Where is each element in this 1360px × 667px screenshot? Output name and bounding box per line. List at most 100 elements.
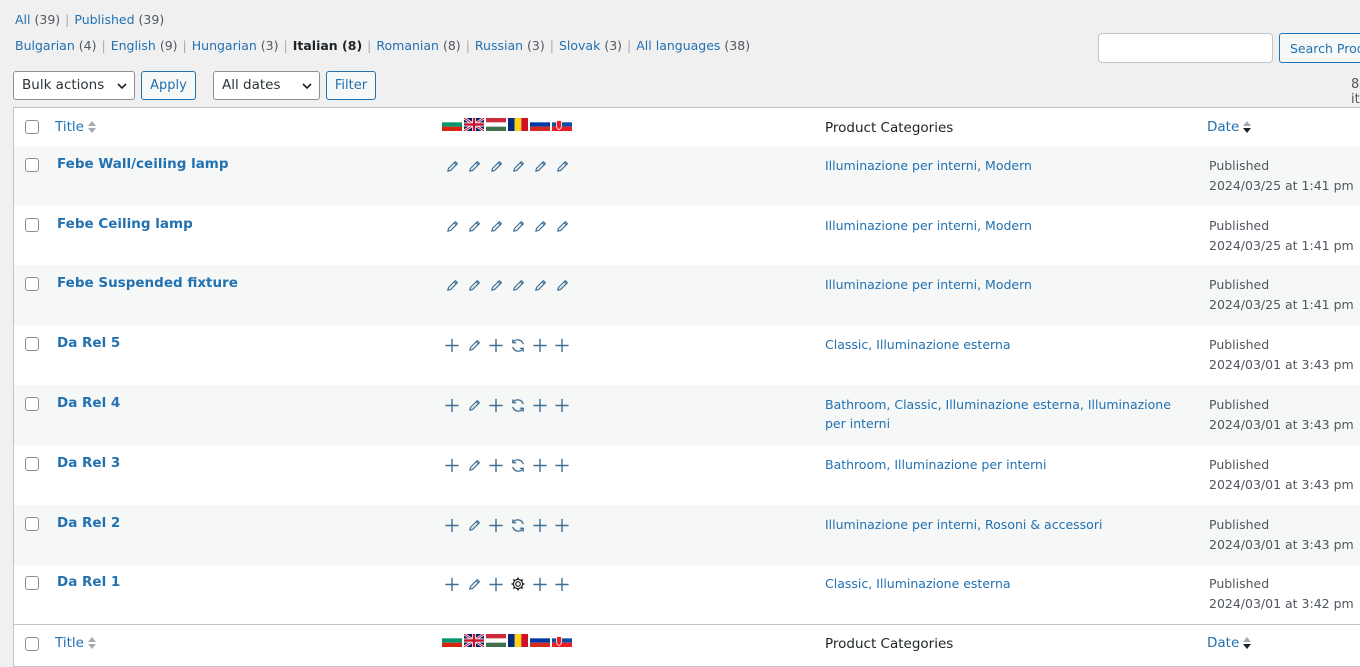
edit-translation-icon[interactable] bbox=[510, 275, 526, 295]
filter-link-italian[interactable]: Italian (8) bbox=[293, 38, 362, 53]
add-translation-icon[interactable] bbox=[554, 574, 570, 594]
edit-translation-icon[interactable] bbox=[510, 156, 526, 176]
edit-translation-icon[interactable] bbox=[554, 216, 570, 236]
product-categories[interactable]: Illuminazione per interni, Modern bbox=[825, 275, 1180, 294]
product-title-link[interactable]: Febe Wall/ceiling lamp bbox=[57, 156, 229, 172]
product-categories[interactable]: Classic, Illuminazione esterna bbox=[825, 574, 1180, 593]
date-column-footer[interactable]: Date bbox=[1207, 635, 1252, 651]
product-categories[interactable]: Classic, Illuminazione esterna bbox=[825, 335, 1180, 354]
filter-link-russian[interactable]: Russian (3) bbox=[475, 38, 545, 53]
add-translation-icon[interactable] bbox=[532, 455, 548, 475]
add-translation-icon[interactable] bbox=[554, 515, 570, 535]
update-translation-icon[interactable] bbox=[510, 455, 526, 475]
edit-translation-icon[interactable] bbox=[444, 216, 460, 236]
add-translation-icon[interactable] bbox=[444, 515, 460, 535]
edit-translation-icon[interactable] bbox=[466, 216, 482, 236]
publish-status: Published bbox=[1209, 576, 1270, 591]
add-translation-icon[interactable] bbox=[488, 455, 504, 475]
update-translation-icon[interactable] bbox=[510, 515, 526, 535]
add-translation-icon[interactable] bbox=[488, 395, 504, 415]
filter-link-label: Italian bbox=[292, 38, 338, 53]
edit-translation-icon[interactable] bbox=[532, 216, 548, 236]
row-checkbox[interactable] bbox=[25, 517, 39, 531]
filter-link-all-languages[interactable]: All languages (38) bbox=[636, 38, 750, 53]
update-translation-icon[interactable] bbox=[510, 335, 526, 355]
add-translation-icon[interactable] bbox=[532, 395, 548, 415]
product-categories[interactable]: Bathroom, Illuminazione per interni bbox=[825, 455, 1180, 474]
edit-translation-icon[interactable] bbox=[554, 156, 570, 176]
edit-translation-icon[interactable] bbox=[466, 574, 482, 594]
add-translation-icon[interactable] bbox=[444, 455, 460, 475]
edit-translation-icon[interactable] bbox=[532, 156, 548, 176]
select-all-checkbox[interactable] bbox=[25, 120, 39, 134]
translation-settings-icon[interactable] bbox=[510, 574, 526, 594]
filter-link-label: Published bbox=[74, 12, 135, 27]
add-translation-icon[interactable] bbox=[488, 515, 504, 535]
bulk-actions-select[interactable]: Bulk actions bbox=[13, 71, 135, 100]
product-title-link[interactable]: Da Rel 1 bbox=[57, 574, 120, 590]
filter-link-all[interactable]: All (39) bbox=[15, 12, 60, 27]
add-translation-icon[interactable] bbox=[488, 574, 504, 594]
search-input[interactable] bbox=[1098, 33, 1273, 63]
add-translation-icon[interactable] bbox=[532, 574, 548, 594]
row-checkbox[interactable] bbox=[25, 218, 39, 232]
product-title-link[interactable]: Febe Ceiling lamp bbox=[57, 216, 193, 232]
edit-translation-icon[interactable] bbox=[488, 216, 504, 236]
edit-translation-icon[interactable] bbox=[444, 275, 460, 295]
filter-link-hungarian[interactable]: Hungarian (3) bbox=[192, 38, 279, 53]
translation-icons bbox=[444, 455, 570, 475]
update-translation-icon[interactable] bbox=[510, 395, 526, 415]
filter-link-published[interactable]: Published (39) bbox=[74, 12, 164, 27]
add-translation-icon[interactable] bbox=[488, 335, 504, 355]
edit-translation-icon[interactable] bbox=[466, 335, 482, 355]
row-checkbox[interactable] bbox=[25, 158, 39, 172]
product-title-link[interactable]: Da Rel 3 bbox=[57, 455, 120, 471]
add-translation-icon[interactable] bbox=[554, 335, 570, 355]
table-row: Da Rel 4 Bathroom, Classic, Illuminazione… bbox=[14, 385, 1360, 445]
row-checkbox[interactable] bbox=[25, 576, 39, 590]
date-column-header[interactable]: Date bbox=[1207, 119, 1252, 135]
edit-translation-icon[interactable] bbox=[510, 216, 526, 236]
add-translation-icon[interactable] bbox=[532, 335, 548, 355]
product-categories[interactable]: Illuminazione per interni, Modern bbox=[825, 156, 1180, 175]
publish-status: Published bbox=[1209, 517, 1270, 532]
product-categories[interactable]: Illuminazione per interni, Rosoni & acce… bbox=[825, 515, 1180, 534]
product-title-link[interactable]: Da Rel 5 bbox=[57, 335, 120, 351]
add-translation-icon[interactable] bbox=[444, 395, 460, 415]
edit-translation-icon[interactable] bbox=[466, 275, 482, 295]
search-products-button[interactable]: Search Products bbox=[1279, 33, 1360, 63]
edit-translation-icon[interactable] bbox=[466, 395, 482, 415]
edit-translation-icon[interactable] bbox=[444, 156, 460, 176]
row-checkbox[interactable] bbox=[25, 337, 39, 351]
edit-translation-icon[interactable] bbox=[554, 275, 570, 295]
edit-translation-icon[interactable] bbox=[466, 156, 482, 176]
product-title-link[interactable]: Da Rel 2 bbox=[57, 515, 120, 531]
title-column-footer[interactable]: Title bbox=[55, 635, 96, 651]
add-translation-icon[interactable] bbox=[554, 455, 570, 475]
product-categories[interactable]: Illuminazione per interni, Modern bbox=[825, 216, 1180, 235]
edit-translation-icon[interactable] bbox=[466, 515, 482, 535]
product-categories[interactable]: Bathroom, Classic, Illuminazione esterna… bbox=[825, 395, 1180, 433]
row-checkbox[interactable] bbox=[25, 397, 39, 411]
dates-select[interactable]: All dates bbox=[213, 71, 320, 100]
filter-link-english[interactable]: English (9) bbox=[111, 38, 178, 53]
product-title-link[interactable]: Febe Suspended fixture bbox=[57, 275, 238, 291]
edit-translation-icon[interactable] bbox=[488, 156, 504, 176]
add-translation-icon[interactable] bbox=[532, 515, 548, 535]
filter-link-slovak[interactable]: Slovak (3) bbox=[559, 38, 622, 53]
product-title-link[interactable]: Da Rel 4 bbox=[57, 395, 120, 411]
select-all-checkbox-footer[interactable] bbox=[25, 637, 39, 651]
row-checkbox[interactable] bbox=[25, 457, 39, 471]
edit-translation-icon[interactable] bbox=[466, 455, 482, 475]
title-column-header[interactable]: Title bbox=[55, 119, 96, 135]
row-checkbox[interactable] bbox=[25, 277, 39, 291]
add-translation-icon[interactable] bbox=[554, 395, 570, 415]
add-translation-icon[interactable] bbox=[444, 574, 460, 594]
add-translation-icon[interactable] bbox=[444, 335, 460, 355]
filter-link-romanian[interactable]: Romanian (8) bbox=[376, 38, 460, 53]
edit-translation-icon[interactable] bbox=[532, 275, 548, 295]
apply-button[interactable]: Apply bbox=[141, 71, 196, 100]
filter-link-bulgarian[interactable]: Bulgarian (4) bbox=[15, 38, 96, 53]
edit-translation-icon[interactable] bbox=[488, 275, 504, 295]
filter-button[interactable]: Filter bbox=[326, 71, 376, 100]
